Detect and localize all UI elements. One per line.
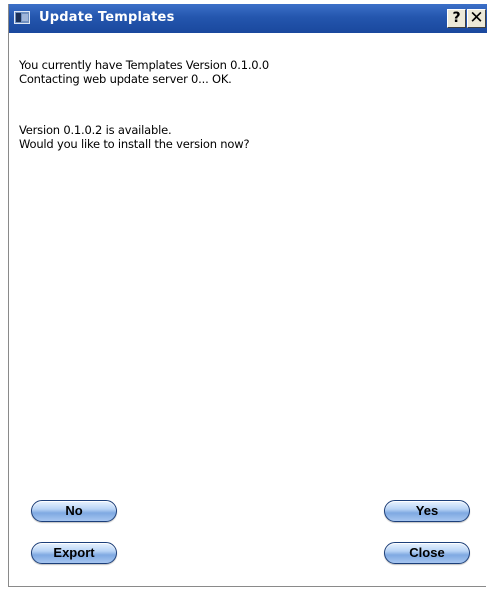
no-button[interactable]: No [31, 500, 117, 522]
app-window-icon [14, 11, 30, 24]
available-version-text: Version 0.1.0.2 is available. [19, 123, 172, 137]
current-version-text: You currently have Templates Version 0.1… [19, 58, 269, 72]
close-window-button[interactable]: ✕ [467, 9, 486, 28]
window-title: Update Templates [39, 10, 175, 25]
update-templates-dialog: Update Templates ? ✕ You currently have … [8, 4, 487, 587]
close-button[interactable]: Close [384, 542, 470, 564]
install-prompt-text: Would you like to install the version no… [19, 137, 250, 151]
yes-button[interactable]: Yes [384, 500, 470, 522]
server-status-text: Contacting web update server 0... OK. [19, 72, 232, 86]
export-button[interactable]: Export [31, 542, 117, 564]
title-bar[interactable]: Update Templates ? ✕ [9, 4, 487, 33]
help-button[interactable]: ? [447, 9, 466, 28]
